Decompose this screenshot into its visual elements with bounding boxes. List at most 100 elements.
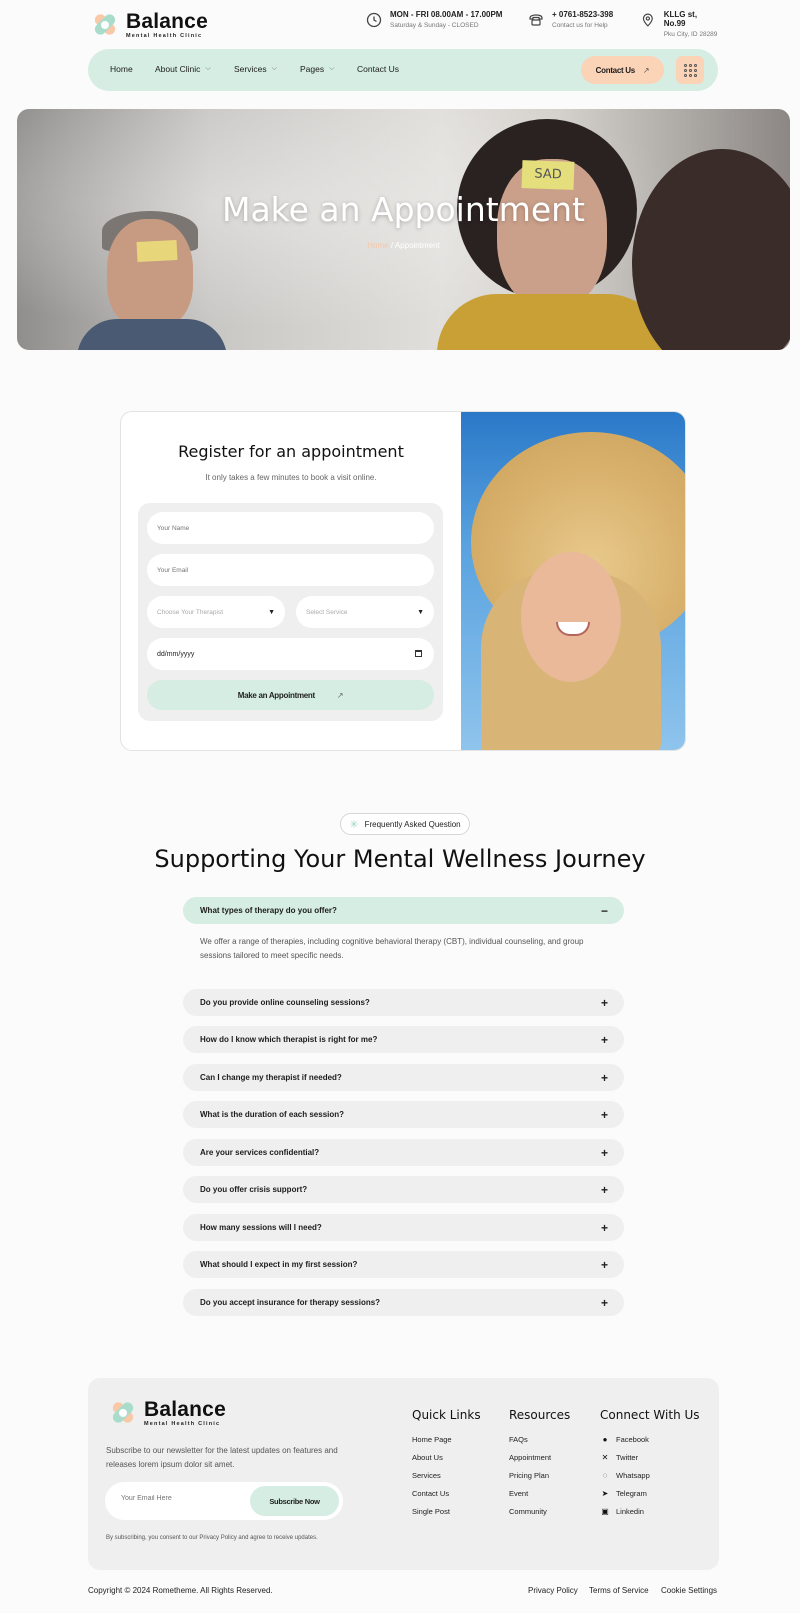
footer-link[interactable]: Appointment — [509, 1448, 570, 1466]
faq-item[interactable]: How do I know which therapist is right f… — [183, 1026, 624, 1053]
breadcrumb-separator: / — [390, 241, 394, 250]
therapist-select[interactable]: Choose Your Therapist ▼ — [147, 596, 285, 628]
plus-icon: + — [600, 1295, 608, 1310]
email-field[interactable] — [147, 554, 434, 586]
faq-badge: ✳ Frequently Asked Question — [340, 813, 470, 835]
dropdown-arrow-icon: ▼ — [417, 608, 424, 616]
breadcrumb-home[interactable]: Home — [367, 241, 388, 250]
footer-link[interactable]: Pricing Plan — [509, 1466, 570, 1484]
privacy-policy-link[interactable]: Privacy Policy — [528, 1586, 578, 1595]
plus-icon: + — [600, 1032, 608, 1047]
breadcrumb: Home / Appointment — [17, 241, 790, 250]
social-facebook[interactable]: ● Facebook — [600, 1430, 700, 1448]
social-linkedin[interactable]: ▣ Linkedin — [600, 1502, 700, 1520]
resources-title: Resources — [509, 1408, 571, 1422]
footer-link[interactable]: Event — [509, 1484, 570, 1502]
make-appointment-button[interactable]: Make an Appointment ↗ — [147, 680, 434, 710]
newsletter-consent: By subscribing, you consent to our Priva… — [106, 1535, 318, 1541]
hours-sub: Saturday & Sunday - CLOSED — [390, 22, 479, 29]
nav-about-clinic[interactable]: About Clinic ⌵ — [155, 64, 211, 74]
footer-link[interactable]: Community — [509, 1502, 570, 1520]
footer-link[interactable]: FAQs — [509, 1430, 570, 1448]
email-input[interactable] — [157, 566, 434, 574]
faq-item-open[interactable]: What types of therapy do you offer? − — [183, 897, 624, 924]
name-field[interactable] — [147, 512, 434, 544]
nav-home[interactable]: Home — [110, 64, 133, 74]
footer: Balance Mental Health Clinic Subscribe t… — [88, 1378, 719, 1570]
footer-logo[interactable]: Balance Mental Health Clinic — [106, 1396, 226, 1430]
address-info: KLLG st, No.99 Pku City, ID 28289 — [640, 10, 720, 38]
faq-question: Do you accept insurance for therapy sess… — [200, 1298, 381, 1307]
breadcrumb-current: Appointment — [394, 241, 440, 250]
faq-question: What should I expect in my first session… — [200, 1260, 358, 1269]
service-select[interactable]: Select Service ▼ — [296, 596, 434, 628]
brand-logo[interactable]: Balance Mental Health Clinic — [88, 8, 208, 42]
nav-contact-us[interactable]: Contact Us — [357, 64, 399, 74]
appointment-form: Choose Your Therapist ▼ Select Service ▼… — [138, 503, 443, 721]
faq-item[interactable]: What is the duration of each session? + — [183, 1101, 624, 1128]
logo-mark-icon — [88, 8, 122, 42]
brand-tagline: Mental Health Clinic — [126, 32, 203, 39]
address-sub: Pku City, ID 28289 — [663, 31, 718, 38]
social-label: Twitter — [616, 1452, 639, 1462]
chevron-down-icon: ⌵ — [329, 65, 335, 72]
page-title: Make an Appointment — [221, 190, 586, 229]
terms-link[interactable]: Terms of Service — [589, 1586, 649, 1595]
subscribe-button[interactable]: Subscribe Now — [250, 1486, 339, 1516]
nav-pages[interactable]: Pages ⌵ — [300, 64, 334, 74]
make-appointment-label: Make an Appointment — [237, 690, 315, 700]
calendar-icon[interactable] — [415, 650, 422, 657]
faq-item[interactable]: Do you accept insurance for therapy sess… — [183, 1289, 624, 1316]
phone-icon — [529, 14, 543, 26]
social-label: Telegram — [616, 1488, 647, 1498]
brand-name: Balance — [126, 9, 208, 33]
plus-icon: + — [600, 1257, 608, 1272]
contact-us-button[interactable]: Contact Us ↗ — [581, 56, 664, 84]
social-label: Facebook — [616, 1434, 649, 1444]
appointment-photo — [461, 412, 685, 750]
therapist-select-value: Choose Your Therapist — [157, 608, 224, 616]
plus-icon: + — [600, 1182, 608, 1197]
plus-icon: + — [600, 1145, 608, 1160]
hero-photo-man — [107, 219, 193, 329]
newsletter-description: Subscribe to our newsletter for the late… — [106, 1446, 338, 1469]
connect-column: Connect With Us ● Facebook ✕ Twitter ◌ What… — [600, 1408, 700, 1520]
faq-item[interactable]: Can I change my therapist if needed? + — [183, 1064, 624, 1091]
faq-item[interactable]: What should I expect in my first session… — [183, 1251, 624, 1278]
faq-item[interactable]: Are your services confidential? + — [183, 1139, 624, 1166]
footer-link[interactable]: Contact Us — [412, 1484, 481, 1502]
faq-item[interactable]: Do you provide online counseling session… — [183, 989, 624, 1016]
social-whatsapp[interactable]: ◌ Whatsapp — [600, 1466, 700, 1484]
social-telegram[interactable]: ➤ Telegram — [600, 1484, 700, 1502]
social-label: Whatsapp — [616, 1470, 650, 1480]
x-twitter-icon: ✕ — [601, 1452, 609, 1462]
telegram-icon: ➤ — [601, 1488, 609, 1498]
faq-question: Do you offer crisis support? — [200, 1185, 308, 1194]
phone-info[interactable]: + 0761-8523-398 Contact us for Help — [528, 10, 613, 29]
grid-menu-button[interactable] — [676, 56, 704, 84]
footer-link[interactable]: Home Page — [412, 1430, 481, 1448]
footer-link[interactable]: Services — [412, 1466, 481, 1484]
cookie-settings-link[interactable]: Cookie Settings — [661, 1586, 717, 1595]
footer-brand-tagline: Mental Health Clinic — [144, 1420, 221, 1427]
newsletter-form: Subscribe Now — [105, 1482, 343, 1520]
phone-number: + 0761-8523-398 — [552, 10, 614, 19]
footer-brand-name: Balance — [144, 1397, 226, 1421]
footer-link[interactable]: Single Post — [412, 1502, 481, 1520]
name-input[interactable] — [157, 524, 434, 532]
nav-services[interactable]: Services ⌵ — [234, 64, 277, 74]
social-twitter[interactable]: ✕ Twitter — [600, 1448, 700, 1466]
hours-title: MON - FRI 08.00AM - 17.00PM — [390, 10, 503, 19]
faq-item[interactable]: How many sessions will I need? + — [183, 1214, 624, 1241]
footer-link[interactable]: About Us — [412, 1448, 481, 1466]
newsletter-email-input[interactable] — [121, 1495, 231, 1502]
faq-item[interactable]: Do you offer crisis support? + — [183, 1176, 624, 1203]
date-field[interactable]: dd/mm/yyyy — [147, 638, 434, 670]
dropdown-arrow-icon: ▼ — [268, 608, 275, 616]
faq-question: How do I know which therapist is right f… — [200, 1035, 378, 1044]
asterisk-icon: ✳ — [349, 818, 359, 831]
minus-icon: − — [600, 903, 608, 918]
social-label: Linkedin — [616, 1506, 644, 1516]
faq-question: What types of therapy do you offer? — [200, 906, 337, 915]
connect-title: Connect With Us — [600, 1408, 700, 1422]
